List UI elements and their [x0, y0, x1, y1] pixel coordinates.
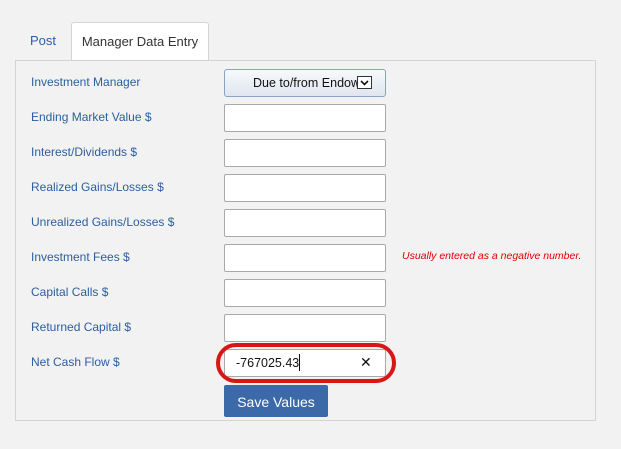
returned-capital-label: Returned Capital $	[31, 320, 132, 334]
capital-calls-label: Capital Calls $	[31, 285, 109, 299]
investment-manager-label: Investment Manager	[31, 75, 141, 89]
net-cash-flow-label: Net Cash Flow $	[31, 355, 120, 369]
text-cursor	[299, 354, 300, 371]
unrealized-gains-label: Unrealized Gains/Losses $	[31, 215, 175, 229]
investment-manager-selected: Due to/from Endowment	[253, 76, 359, 90]
investment-fees-label: Investment Fees $	[31, 250, 130, 264]
ending-market-value-label: Ending Market Value $	[31, 110, 152, 124]
ending-market-value-input[interactable]	[224, 104, 386, 132]
save-values-button[interactable]: Save Values	[224, 385, 328, 417]
tab-post[interactable]: Post	[15, 22, 71, 60]
capital-calls-input[interactable]	[224, 279, 386, 307]
realized-gains-label: Realized Gains/Losses $	[31, 180, 164, 194]
chevron-down-icon[interactable]	[357, 76, 372, 89]
investment-manager-select[interactable]: Due to/from Endowment	[224, 69, 386, 97]
returned-capital-input[interactable]	[224, 314, 386, 342]
investment-fees-input[interactable]	[224, 244, 386, 272]
net-cash-flow-value: -767025.43	[236, 356, 300, 370]
interest-dividends-label: Interest/Dividends $	[31, 145, 138, 159]
tab-manager-data-entry[interactable]: Manager Data Entry	[71, 22, 209, 61]
net-cash-flow-input[interactable]: -767025.43 ✕	[224, 349, 386, 377]
clear-icon[interactable]: ✕	[360, 354, 372, 371]
investment-fees-hint: Usually entered as a negative number.	[402, 250, 582, 262]
unrealized-gains-input[interactable]	[224, 209, 386, 237]
interest-dividends-input[interactable]	[224, 139, 386, 167]
realized-gains-input[interactable]	[224, 174, 386, 202]
